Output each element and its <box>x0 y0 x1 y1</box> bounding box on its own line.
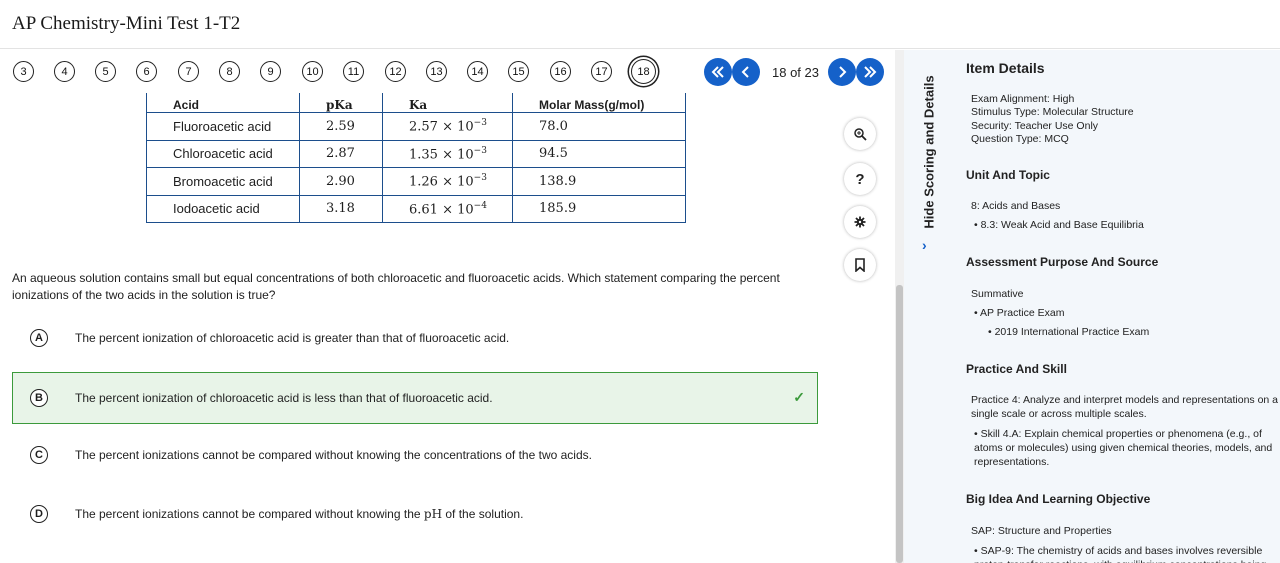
unit-text: 8: Acids and Bases <box>971 200 1061 212</box>
option-text: The percent ionizations cannot be compar… <box>75 507 524 521</box>
big-idea-text: SAP: Structure and Properties <box>971 525 1112 537</box>
question-number-button[interactable]: 15 <box>508 61 529 82</box>
table-cell: 78.0 <box>512 112 686 141</box>
bookmark-icon <box>855 258 865 272</box>
table-cell: Fluoroacetic acid <box>146 112 300 141</box>
option-letter: C <box>30 446 48 464</box>
app-header: AP Chemistry-Mini Test 1-T2 <box>0 0 1280 49</box>
question-number-button[interactable]: 11 <box>343 61 364 82</box>
double-chevron-right-icon <box>864 66 877 78</box>
zoom-button[interactable] <box>844 118 876 150</box>
option-letter: B <box>30 389 48 407</box>
table-row: Iodoacetic acid 3.18 6.61 × 10−4 185.9 <box>146 194 686 223</box>
table-cell: 1.26 × 10−3 <box>382 167 513 196</box>
table-cell: 6.61 × 10−4 <box>382 194 513 223</box>
table-cell: 94.5 <box>512 139 686 168</box>
table-cell: Bromoacetic acid <box>146 167 300 196</box>
table-cell: 3.18 <box>299 194 383 223</box>
help-button[interactable]: ? <box>844 163 876 195</box>
acid-data-table: Acid pKa Ka Molar Mass(g/mol) Fluoroacet… <box>146 93 686 223</box>
answer-option-d[interactable]: D The percent ionizations cannot be comp… <box>12 488 818 540</box>
answer-option-b[interactable]: B The percent ionization of chloroacetic… <box>12 372 818 424</box>
table-cell: 2.57 × 10−3 <box>382 112 513 141</box>
page-title: AP Chemistry-Mini Test 1-T2 <box>12 13 241 34</box>
side-tab-label: Hide Scoring and Details <box>921 75 937 229</box>
table-cell: 2.59 <box>299 112 383 141</box>
assessment-text: Summative <box>971 288 1024 300</box>
table-header: Molar Mass(g/mol) <box>512 93 686 113</box>
gear-icon <box>854 216 866 228</box>
topic-text: • 8.3: Weak Acid and Base Equilibria <box>974 219 1144 231</box>
question-number-button[interactable]: 8 <box>219 61 240 82</box>
question-number-button[interactable]: 14 <box>467 61 488 82</box>
assessment-sub-source: • 2019 International Practice Exam <box>988 326 1150 338</box>
question-number-button[interactable]: 6 <box>136 61 157 82</box>
scrollbar-thumb[interactable] <box>896 285 903 563</box>
table-header: Acid <box>146 93 300 113</box>
chevron-left-icon <box>741 66 749 78</box>
question-content: Acid pKa Ka Molar Mass(g/mol) Fluoroacet… <box>0 93 895 563</box>
question-counter: 18 of 23 <box>772 65 819 80</box>
question-nav: 3 4 5 6 7 8 9 10 11 12 13 14 15 16 17 18… <box>0 50 895 93</box>
practice-text: Practice 4: Analyze and interpret models… <box>971 394 1279 420</box>
question-mark-icon: ? <box>855 170 865 188</box>
option-text: The percent ionization of chloroacetic a… <box>75 331 510 345</box>
option-letter: D <box>30 505 48 523</box>
magnifier-icon <box>854 128 867 141</box>
skill-text: • Skill 4.A: Explain chemical properties… <box>974 428 1273 468</box>
detail-line: Exam Alignment: High <box>971 93 1075 105</box>
question-number-button[interactable]: 5 <box>95 61 116 82</box>
table-header: pKa <box>299 93 383 113</box>
double-chevron-left-icon <box>711 66 724 78</box>
chevron-right-icon <box>839 66 847 78</box>
option-text: The percent ionizations cannot be compar… <box>75 448 592 462</box>
table-cell: 2.90 <box>299 167 383 196</box>
settings-button[interactable] <box>844 206 876 238</box>
assessment-heading: Assessment Purpose And Source <box>966 255 1159 269</box>
item-details-panel: Item Details Exam Alignment: High Stimul… <box>952 50 1280 563</box>
assessment-source: • AP Practice Exam <box>974 307 1065 319</box>
chevron-right-icon: › <box>922 237 927 253</box>
question-number-button[interactable]: 12 <box>385 61 406 82</box>
table-cell: Chloroacetic acid <box>146 139 300 168</box>
question-number-button[interactable]: 17 <box>591 61 612 82</box>
answer-option-c[interactable]: C The percent ionizations cannot be comp… <box>12 429 818 481</box>
bookmark-button[interactable] <box>844 249 876 281</box>
table-row: Chloroacetic acid 2.87 1.35 × 10−3 94.5 <box>146 139 686 168</box>
question-number-button[interactable]: 3 <box>13 61 34 82</box>
answer-option-a[interactable]: A The percent ionization of chloroacetic… <box>12 312 818 364</box>
next-question-button[interactable] <box>828 58 856 86</box>
table-cell: 185.9 <box>512 194 686 223</box>
practice-heading: Practice And Skill <box>966 362 1067 376</box>
table-row: Bromoacetic acid 2.90 1.26 × 10−3 138.9 <box>146 167 686 196</box>
table-cell: 2.87 <box>299 139 383 168</box>
unit-topic-heading: Unit And Topic <box>966 168 1050 182</box>
details-title: Item Details <box>966 60 1045 76</box>
table-cell: Iodoacetic acid <box>146 194 300 223</box>
detail-line: Security: Teacher Use Only <box>971 120 1099 132</box>
question-number-button[interactable]: 4 <box>54 61 75 82</box>
learning-objective-text: • SAP-9: The chemistry of acids and base… <box>974 545 1266 563</box>
question-number-button[interactable]: 16 <box>550 61 571 82</box>
last-question-button[interactable] <box>856 58 884 86</box>
table-header: Ka <box>382 93 513 113</box>
question-stem: An aqueous solution contains small but e… <box>12 271 780 302</box>
table-header-row: Acid pKa Ka Molar Mass(g/mol) <box>146 93 686 113</box>
detail-line: Question Type: MCQ <box>971 133 1069 145</box>
option-text: The percent ionization of chloroacetic a… <box>75 391 493 405</box>
question-number-button[interactable]: 7 <box>178 61 199 82</box>
table-cell: 138.9 <box>512 167 686 196</box>
first-question-button[interactable] <box>704 58 732 86</box>
table-row: Fluoroacetic acid 2.59 2.57 × 10−3 78.0 <box>146 112 686 141</box>
question-number-button[interactable]: 10 <box>302 61 323 82</box>
checkmark-icon: ✓ <box>793 389 805 405</box>
previous-question-button[interactable] <box>732 58 760 86</box>
detail-line: Stimulus Type: Molecular Structure <box>971 106 1134 118</box>
big-idea-heading: Big Idea And Learning Objective <box>966 492 1151 506</box>
option-letter: A <box>30 329 48 347</box>
question-number-button[interactable]: 9 <box>260 61 281 82</box>
question-number-button[interactable]: 13 <box>426 61 447 82</box>
table-cell: 1.35 × 10−3 <box>382 139 513 168</box>
current-question-button[interactable]: 18 <box>631 59 656 84</box>
